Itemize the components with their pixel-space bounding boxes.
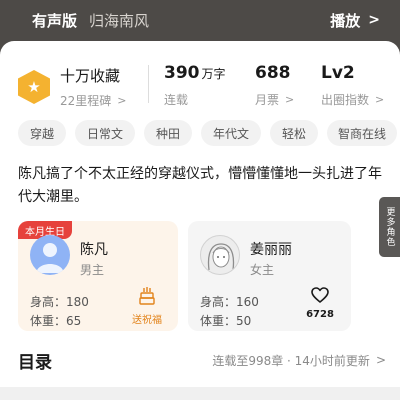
chevron-right-icon: > — [117, 94, 127, 107]
tag-chip[interactable]: 智商在线 — [327, 120, 397, 146]
milestone-link[interactable]: 22里程碑 > — [60, 92, 127, 109]
word-count-value: 390 — [164, 63, 200, 83]
play-label: 播放 — [330, 11, 361, 30]
monthly-votes-label: 月票 — [255, 93, 280, 107]
section-separator — [0, 387, 400, 400]
character-name: 姜丽丽 — [250, 242, 292, 258]
cake-icon — [139, 287, 155, 305]
heart-icon — [311, 287, 329, 303]
audio-narrator-name: 归海南风 — [89, 11, 150, 30]
chevron-right-icon: > — [375, 353, 386, 367]
tag-chip[interactable]: 种田 — [144, 120, 192, 146]
tag-chip[interactable]: 轻松 — [270, 120, 318, 146]
character-card[interactable]: 本月生日 陈凡 男主 身高：180 体重：65 送祝福 — [18, 221, 178, 331]
character-height: 身高：160 — [200, 295, 259, 309]
popularity-index-label: 出圈指数 — [321, 93, 370, 107]
character-role: 女主 — [250, 263, 275, 277]
character-card[interactable]: 姜丽丽 女主 身高：160 体重：50 6728 — [188, 221, 351, 331]
catalog-update-info: 连载至998章 · 14小时前更新 — [212, 353, 370, 368]
book-synopsis[interactable]: 陈凡搞了个不太正经的穿越仪式，懵懵懂懂地一头扎进了年代大潮里。 — [18, 163, 386, 209]
monthly-votes-value: 688 — [255, 63, 291, 83]
word-count-label: 连载 — [164, 93, 189, 107]
catalog-title: 目录 — [18, 352, 52, 373]
stats-divider — [148, 65, 149, 103]
popularity-index-stat[interactable]: Lv2 出圈指数 > — [321, 63, 384, 108]
word-count-stat: 390 万字 连载 — [164, 63, 226, 108]
tag-chip[interactable]: 年代文 — [201, 120, 261, 146]
collection-title: 十万收藏 — [60, 67, 121, 85]
like-button[interactable]: 6728 — [299, 287, 341, 320]
character-weight: 体重：65 — [30, 314, 82, 328]
tag-chip[interactable]: 日常文 — [75, 120, 135, 146]
word-count-unit: 万字 — [201, 67, 226, 81]
like-count: 6728 — [306, 309, 334, 320]
chevron-right-icon: > — [285, 93, 295, 106]
female-avatar-icon — [207, 243, 235, 271]
book-detail-sheet: ★ 十万收藏 22里程碑 > 390 万字 连载 688 月票 > Lv2 出圈… — [0, 41, 400, 400]
tag-list: 穿越 日常文 种田 年代文 轻松 智商在线 — [18, 120, 400, 146]
character-weight: 体重：50 — [200, 314, 252, 328]
send-blessing-label: 送祝福 — [132, 315, 162, 326]
stats-row: ★ 十万收藏 22里程碑 > 390 万字 连载 688 月票 > Lv2 出圈… — [0, 59, 400, 129]
tag-chip[interactable]: 穿越 — [18, 120, 66, 146]
avatar — [30, 235, 70, 275]
catalog-row[interactable]: 目录 连载至998章 · 14小时前更新 > — [18, 348, 386, 373]
popularity-level-value: Lv2 — [321, 63, 355, 83]
monthly-votes-stat[interactable]: 688 月票 > — [255, 63, 294, 108]
audio-bar[interactable]: 有声版 归海南风 播放 > — [0, 0, 400, 40]
male-avatar-icon — [36, 243, 64, 273]
character-height: 身高：180 — [30, 295, 89, 309]
character-name: 陈凡 — [80, 242, 108, 258]
collection-milestone[interactable]: ★ 十万收藏 22里程碑 > — [18, 65, 127, 109]
send-blessing-button[interactable]: 送祝福 — [126, 287, 168, 326]
chevron-right-icon: > — [368, 12, 380, 28]
star-icon: ★ — [18, 70, 50, 104]
character-role: 男主 — [80, 263, 105, 277]
avatar — [200, 235, 240, 275]
more-roles-tab[interactable]: 更多角色 — [379, 197, 400, 257]
milestone-label: 22里程碑 — [60, 94, 112, 108]
play-button[interactable]: 播放 > — [330, 10, 380, 31]
chevron-right-icon: > — [375, 93, 385, 106]
audio-version-tag: 有声版 — [32, 11, 78, 30]
